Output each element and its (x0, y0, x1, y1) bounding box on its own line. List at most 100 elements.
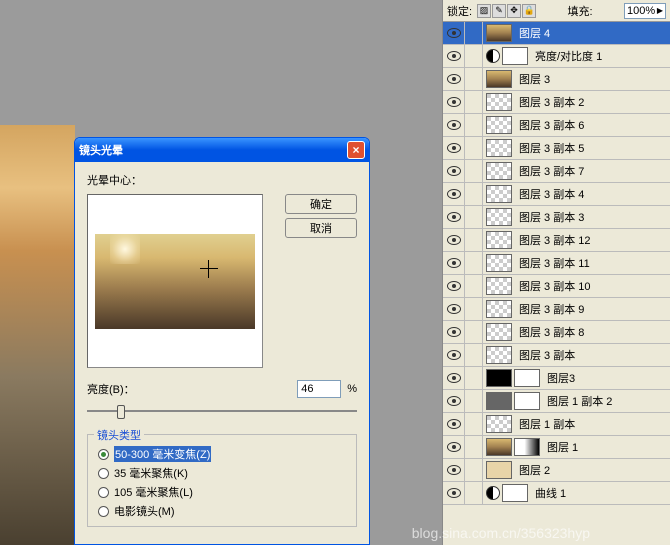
layer-item[interactable]: 图层 3 副本 4 (443, 183, 670, 206)
layer-thumbnail[interactable] (486, 139, 512, 157)
link-cell[interactable] (465, 367, 483, 389)
layer-item[interactable]: 图层3 (443, 367, 670, 390)
layer-item[interactable]: 亮度/对比度 1 (443, 45, 670, 68)
link-cell[interactable] (465, 160, 483, 182)
flare-preview[interactable] (87, 194, 263, 368)
visibility-toggle[interactable] (443, 68, 465, 90)
layer-item[interactable]: 图层 3 副本 3 (443, 206, 670, 229)
layer-item[interactable]: 图层 3 副本 7 (443, 160, 670, 183)
layer-thumbnail[interactable] (502, 484, 528, 502)
layer-name[interactable]: 图层 1 (547, 439, 578, 455)
link-cell[interactable] (465, 137, 483, 159)
lock-transparency-icon[interactable]: ▨ (477, 4, 491, 18)
layer-name[interactable]: 图层 3 副本 2 (519, 94, 584, 110)
layer-name[interactable]: 图层 3 副本 12 (519, 232, 591, 248)
layer-item[interactable]: 图层 3 副本 10 (443, 275, 670, 298)
layer-item[interactable]: 图层 1 副本 2 (443, 390, 670, 413)
layer-thumbnail[interactable] (486, 369, 512, 387)
visibility-toggle[interactable] (443, 183, 465, 205)
layer-item[interactable]: 图层 3 副本 11 (443, 252, 670, 275)
layer-name[interactable]: 图层 1 副本 2 (547, 393, 612, 409)
layer-name[interactable]: 图层 3 副本 3 (519, 209, 584, 225)
layer-item[interactable]: 曲线 1 (443, 482, 670, 505)
visibility-toggle[interactable] (443, 390, 465, 412)
layer-name[interactable]: 图层 2 (519, 462, 550, 478)
layer-item[interactable]: 图层 1 副本 (443, 413, 670, 436)
link-cell[interactable] (465, 344, 483, 366)
link-cell[interactable] (465, 275, 483, 297)
visibility-toggle[interactable] (443, 275, 465, 297)
layer-name[interactable]: 图层 3 副本 6 (519, 117, 584, 133)
layer-item[interactable]: 图层 3 副本 5 (443, 137, 670, 160)
link-cell[interactable] (465, 298, 483, 320)
lens-type-radio[interactable]: 电影镜头(M) (98, 503, 346, 519)
layer-name[interactable]: 图层 3 副本 (519, 347, 575, 363)
layer-thumbnail[interactable] (502, 47, 528, 65)
layer-thumbnail[interactable] (486, 461, 512, 479)
layer-thumbnail[interactable] (514, 438, 540, 456)
ok-button[interactable]: 确定 (285, 194, 357, 214)
layer-item[interactable]: 图层 3 (443, 68, 670, 91)
lens-type-radio[interactable]: 50-300 毫米变焦(Z) (98, 446, 346, 462)
visibility-toggle[interactable] (443, 298, 465, 320)
link-cell[interactable] (465, 482, 483, 504)
layer-thumbnail[interactable] (486, 162, 512, 180)
layer-name[interactable]: 图层 3 副本 8 (519, 324, 584, 340)
visibility-toggle[interactable] (443, 413, 465, 435)
visibility-toggle[interactable] (443, 160, 465, 182)
canvas-document[interactable] (0, 125, 75, 545)
layer-name[interactable]: 图层 3 副本 4 (519, 186, 584, 202)
link-cell[interactable] (465, 436, 483, 458)
visibility-toggle[interactable] (443, 114, 465, 136)
link-cell[interactable] (465, 45, 483, 67)
brightness-input[interactable] (297, 380, 341, 398)
close-icon[interactable]: × (347, 141, 365, 159)
layer-name[interactable]: 图层 1 副本 (519, 416, 575, 432)
layer-thumbnail[interactable] (486, 323, 512, 341)
layer-thumbnail[interactable] (514, 392, 540, 410)
link-cell[interactable] (465, 321, 483, 343)
layer-item[interactable]: 图层 2 (443, 459, 670, 482)
layer-name[interactable]: 图层 3 副本 11 (519, 255, 590, 271)
visibility-toggle[interactable] (443, 252, 465, 274)
visibility-toggle[interactable] (443, 321, 465, 343)
visibility-toggle[interactable] (443, 45, 465, 67)
layer-name[interactable]: 图层 3 副本 9 (519, 301, 584, 317)
layer-item[interactable]: 图层 3 副本 8 (443, 321, 670, 344)
layer-thumbnail[interactable] (486, 116, 512, 134)
layer-item[interactable]: 图层 3 副本 12 (443, 229, 670, 252)
layer-name[interactable]: 图层 3 副本 7 (519, 163, 584, 179)
layer-item[interactable]: 图层 3 副本 2 (443, 91, 670, 114)
fill-input[interactable]: 100% ▶ (624, 3, 666, 19)
link-cell[interactable] (465, 252, 483, 274)
layer-name[interactable]: 图层 3 副本 10 (519, 278, 591, 294)
brightness-slider[interactable] (87, 402, 357, 420)
layer-name[interactable]: 曲线 1 (535, 485, 566, 501)
layer-thumbnail[interactable] (486, 392, 512, 410)
layer-item[interactable]: 图层 3 副本 9 (443, 298, 670, 321)
visibility-toggle[interactable] (443, 344, 465, 366)
visibility-toggle[interactable] (443, 137, 465, 159)
layer-item[interactable]: 图层 4 (443, 22, 670, 45)
link-cell[interactable] (465, 229, 483, 251)
layer-thumbnail[interactable] (486, 300, 512, 318)
dialog-titlebar[interactable]: 镜头光晕 × (75, 138, 369, 162)
lens-type-radio[interactable]: 105 毫米聚焦(L) (98, 484, 346, 500)
layer-thumbnail[interactable] (486, 24, 512, 42)
link-cell[interactable] (465, 183, 483, 205)
layer-name[interactable]: 图层3 (547, 370, 575, 386)
visibility-toggle[interactable] (443, 482, 465, 504)
lens-type-radio[interactable]: 35 毫米聚焦(K) (98, 465, 346, 481)
layer-thumbnail[interactable] (486, 438, 512, 456)
visibility-toggle[interactable] (443, 367, 465, 389)
link-cell[interactable] (465, 68, 483, 90)
visibility-toggle[interactable] (443, 436, 465, 458)
layer-name[interactable]: 图层 3 (519, 71, 550, 87)
visibility-toggle[interactable] (443, 91, 465, 113)
layer-thumbnail[interactable] (486, 93, 512, 111)
layer-thumbnail[interactable] (486, 185, 512, 203)
layer-name[interactable]: 图层 4 (519, 25, 550, 41)
link-cell[interactable] (465, 206, 483, 228)
link-cell[interactable] (465, 390, 483, 412)
link-cell[interactable] (465, 459, 483, 481)
